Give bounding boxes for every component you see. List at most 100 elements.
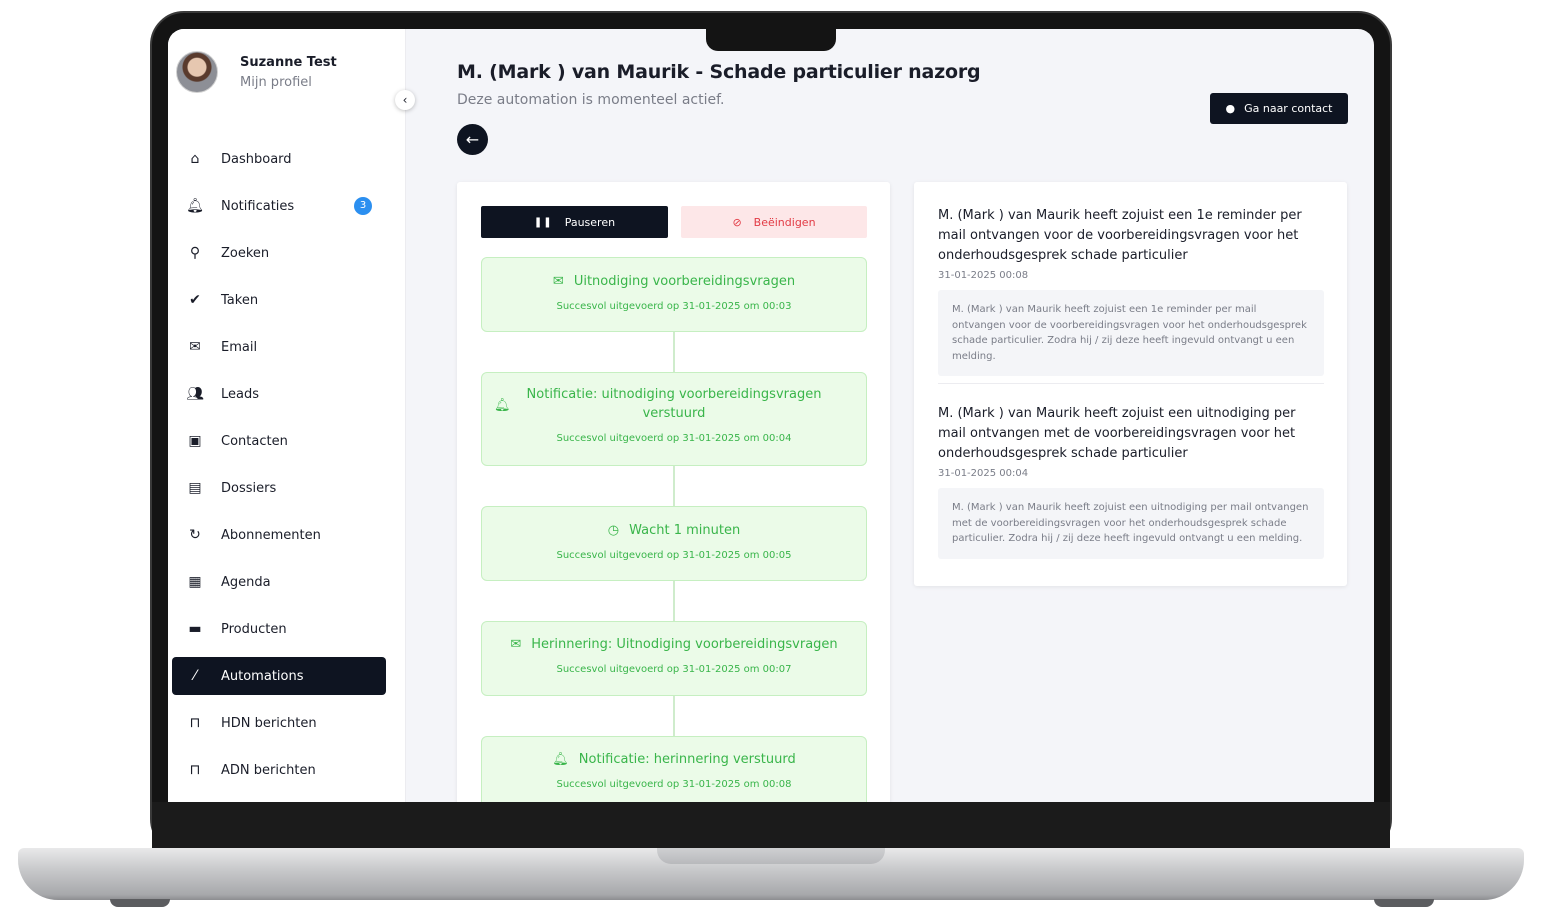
step-status: Succesvol uitgevoerd op 31-01-2025 om 00… — [556, 301, 792, 312]
laptop-opening-notch — [657, 848, 885, 864]
sidebar-item-dashboard[interactable]: ⌂ Dashboard — [172, 140, 386, 178]
log-body: M. (Mark ) van Maurik heeft zojuist een … — [938, 290, 1324, 376]
page-title: M. (Mark ) van Maurik - Schade particuli… — [457, 61, 981, 83]
sidebar-item-label: Contacten — [221, 433, 288, 449]
log-date: 31-01-2025 00:04 — [938, 468, 1029, 479]
collapse-sidebar-button[interactable]: ‹ — [395, 90, 415, 110]
automation-steps-card: ❚❚ Pauseren ⊘ Beëindigen ✉ Uitnodiging vo… — [457, 182, 890, 802]
sidebar-item-automations[interactable]: ⁄ Automations — [172, 657, 386, 695]
laptop-chin — [152, 802, 1390, 850]
envelope-icon: ✉ — [189, 339, 201, 355]
user-icon: ● — [1225, 102, 1236, 115]
users-icon: 👥︎ — [186, 386, 204, 402]
sidebar-item-label: Abonnementen — [221, 527, 321, 543]
notification-count-badge: 3 — [354, 197, 372, 215]
sidebar-item-label: Taken — [221, 292, 259, 308]
automation-step: 🔔︎ Notificatie: herinnering verstuurd Suc… — [481, 736, 867, 802]
step-connector — [673, 332, 675, 372]
go-to-contact-label: Ga naar contact — [1244, 102, 1333, 115]
sidebar-item-label: Dashboard — [221, 151, 292, 167]
address-book-icon: ▣ — [188, 433, 202, 449]
bell-icon: 🔔︎ — [552, 752, 569, 767]
step-title: Notificatie: herinnering verstuurd — [578, 752, 796, 767]
step-connector — [673, 581, 675, 621]
laptop-foot-left — [110, 899, 170, 907]
log-entry: M. (Mark ) van Maurik heeft zojuist een … — [938, 404, 1324, 559]
sidebar-item-dossiers[interactable]: ▤ Dossiers — [172, 469, 386, 507]
log-entry: M. (Mark ) van Maurik heeft zojuist een … — [938, 206, 1324, 376]
stop-button[interactable]: ⊘ Beëindigen — [681, 206, 867, 238]
arrow-left-icon: ← — [465, 130, 480, 149]
back-button[interactable]: ← — [457, 124, 488, 155]
page-subtitle: Deze automation is momenteel actief. — [457, 92, 725, 108]
sidebar-item-label: Email — [221, 339, 258, 355]
sidebar-item-label: Dossiers — [221, 480, 277, 496]
sidebar-item-label: Agenda — [221, 574, 271, 590]
step-status: Succesvol uitgevoerd op 31-01-2025 om 00… — [556, 779, 792, 790]
pause-label: Pauseren — [564, 215, 616, 229]
automation-step: ✉ Uitnodiging voorbereidingsvragen Succes… — [481, 257, 867, 332]
main-content: M. (Mark ) van Maurik - Schade particuli… — [406, 29, 1374, 802]
step-title: Wacht 1 minuten — [629, 523, 741, 538]
clock-icon: ◷ — [607, 523, 620, 538]
laptop-foot-right — [1374, 899, 1434, 907]
sidebar-item-label: Notificaties — [221, 198, 295, 214]
briefcase-icon: ▬ — [188, 621, 202, 637]
sidebar-item-abonnementen[interactable]: ↻ Abonnementen — [172, 516, 386, 554]
refresh-icon: ↻ — [189, 527, 201, 543]
ban-icon: ⊘ — [732, 215, 742, 229]
step-title: Notificatie: uitnodiging voorbereidingsv… — [526, 387, 822, 421]
inbox-icon: ⊓ — [189, 762, 201, 778]
log-date: 31-01-2025 00:08 — [938, 270, 1029, 281]
search-icon: ⚲ — [189, 245, 201, 261]
go-to-contact-button[interactable]: ● Ga naar contact — [1210, 93, 1348, 124]
sidebar-item-label: ADN berichten — [221, 762, 316, 778]
camera-notch — [706, 29, 836, 51]
file-icon: ▤ — [188, 480, 202, 496]
activity-log-card: M. (Mark ) van Maurik heeft zojuist een … — [914, 182, 1347, 586]
bell-icon: 🔔︎ — [494, 398, 511, 413]
sidebar-item-notificaties[interactable]: 🔔︎ Notificaties 3 — [172, 187, 386, 225]
sidebar-nav: ⌂ Dashboard 🔔︎ Notificaties 3 ⚲ Zoeken ✔… — [172, 140, 386, 798]
sidebar-item-adn-berichten[interactable]: ⊓ ADN berichten — [172, 751, 386, 789]
sidebar-item-label: HDN berichten — [221, 715, 317, 731]
sidebar-item-email[interactable]: ✉ Email — [172, 328, 386, 366]
log-title: M. (Mark ) van Maurik heeft zojuist een … — [938, 406, 1296, 461]
sidebar-item-agenda[interactable]: ▦ Agenda — [172, 563, 386, 601]
step-status: Succesvol uitgevoerd op 31-01-2025 om 00… — [556, 433, 792, 444]
pause-button[interactable]: ❚❚ Pauseren — [481, 206, 668, 238]
sidebar-item-contacten[interactable]: ▣ Contacten — [172, 422, 386, 460]
step-status: Succesvol uitgevoerd op 31-01-2025 om 00… — [556, 550, 792, 561]
bell-icon: 🔔︎ — [186, 198, 204, 214]
envelope-icon: ✉ — [552, 274, 564, 289]
step-connector — [673, 696, 675, 736]
envelope-icon: ✉ — [510, 637, 522, 652]
step-title: Herinnering: Uitnodiging voorbereidingsv… — [531, 637, 838, 652]
stop-label: Beëindigen — [753, 215, 816, 229]
sidebar-item-taken[interactable]: ✔ Taken — [172, 281, 386, 319]
sidebar-item-hdn-berichten[interactable]: ⊓ HDN berichten — [172, 704, 386, 742]
sidebar-item-leads[interactable]: 👥︎ Leads — [172, 375, 386, 413]
inbox-icon: ⊓ — [189, 715, 201, 731]
profile-subtitle[interactable]: Mijn profiel — [240, 75, 337, 90]
sidebar-item-producten[interactable]: ▬ Producten — [172, 610, 386, 648]
sidebar-item-zoeken[interactable]: ⚲ Zoeken — [172, 234, 386, 272]
sidebar: Suzanne Test Mijn profiel ⌂ Dashboard 🔔︎… — [168, 29, 406, 802]
sidebar-item-label: Leads — [221, 386, 260, 402]
check-icon: ✔ — [189, 292, 201, 308]
app-screen: Suzanne Test Mijn profiel ⌂ Dashboard 🔔︎… — [168, 29, 1374, 802]
automation-step: ✉ Herinnering: Uitnodiging voorbereidings… — [481, 621, 867, 696]
sidebar-item-label: Zoeken — [221, 245, 270, 261]
avatar — [176, 51, 218, 93]
step-status: Succesvol uitgevoerd op 31-01-2025 om 00… — [556, 664, 792, 675]
sidebar-item-label: Producten — [221, 621, 287, 637]
step-title: Uitnodiging voorbereidingsvragen — [573, 274, 796, 289]
automation-step: 🔔︎ Notificatie: uitnodiging voorbereidin… — [481, 372, 867, 466]
profile-name: Suzanne Test — [240, 54, 337, 70]
log-divider — [938, 383, 1324, 384]
profile-link[interactable]: Suzanne Test Mijn profiel — [176, 51, 337, 93]
sidebar-item-label: Automations — [221, 668, 304, 684]
log-title: M. (Mark ) van Maurik heeft zojuist een … — [938, 208, 1302, 263]
chevron-left-icon: ‹ — [402, 93, 408, 107]
step-connector — [673, 466, 675, 506]
